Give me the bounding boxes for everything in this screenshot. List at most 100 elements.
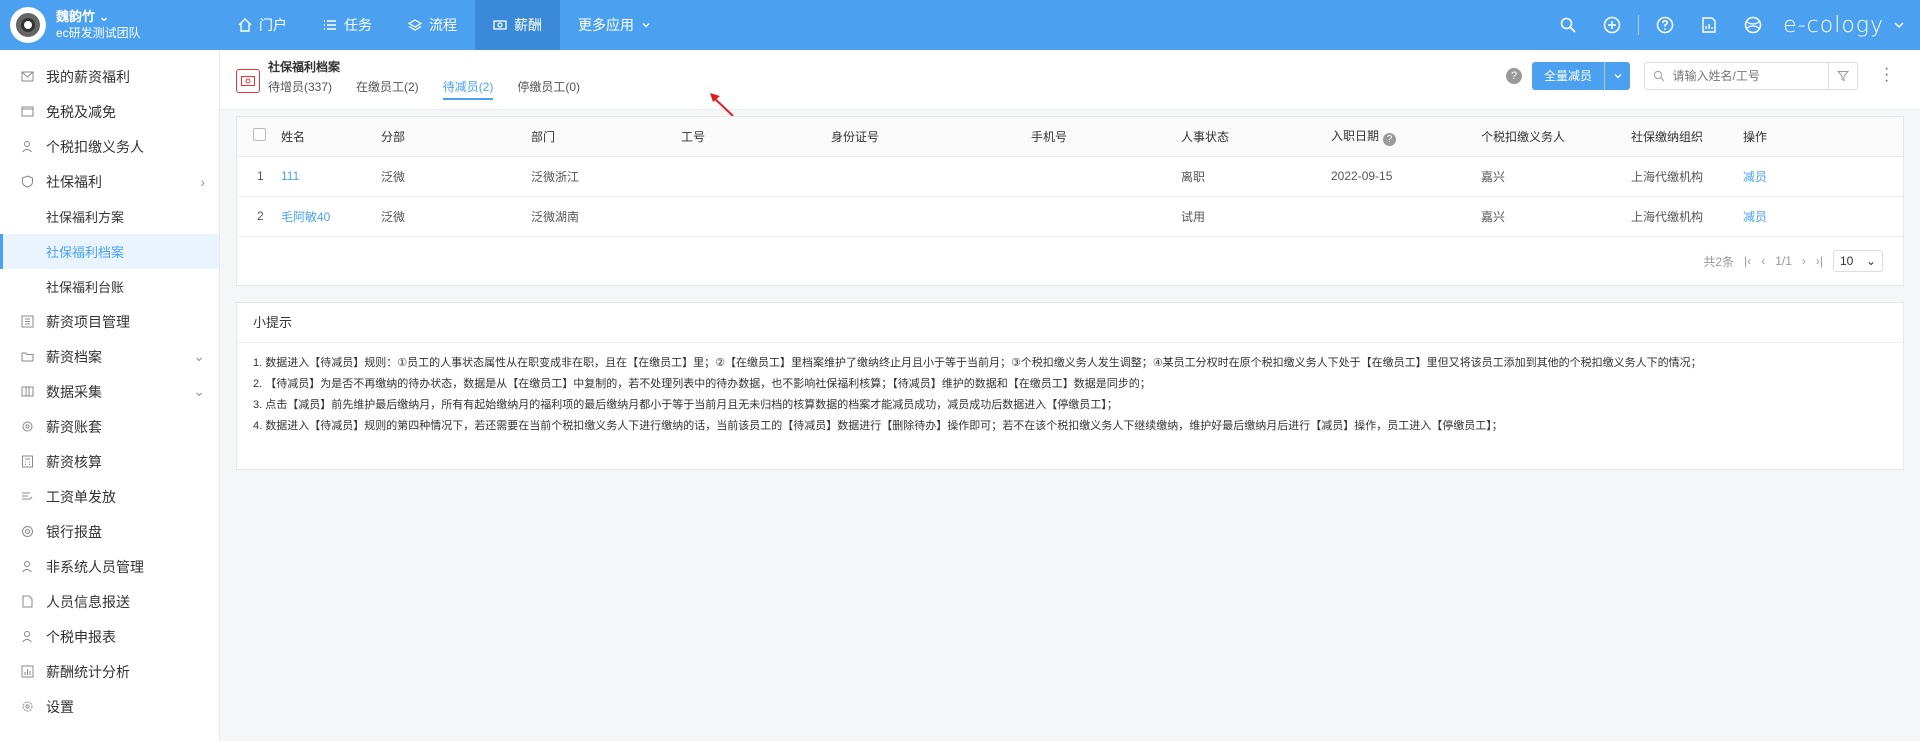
sidebar-item-welfare-ledger[interactable]: 社保福利台账 — [0, 269, 219, 304]
more-options-button[interactable]: · · · — [1884, 61, 1889, 89]
sidebar-item-label: 免税及减免 — [46, 103, 116, 120]
more-vertical-icon: · · · — [1884, 60, 1890, 89]
sidebar-item-my-salary[interactable]: 我的薪资福利 — [0, 59, 219, 94]
column-header-hire-date[interactable]: 入职日期? — [1331, 117, 1481, 157]
tab-paying[interactable]: 在缴员工(2) — [356, 78, 419, 100]
sidebar-item-welfare-plan[interactable]: 社保福利方案 — [0, 199, 219, 234]
cell-hire-date — [1331, 196, 1481, 237]
cell-org: 上海代缴机构 — [1631, 156, 1743, 197]
row-index: 1 — [237, 156, 281, 197]
tips-card: 小提示 1. 数据进入【待减员】规则：①员工的人事状态属性从在职变成非在职，且在… — [236, 302, 1904, 470]
user-icon — [20, 630, 34, 644]
sidebar-item-tax-agent[interactable]: 个税扣缴义务人 — [0, 129, 219, 164]
filter-button[interactable] — [1827, 63, 1857, 89]
reduce-all-button[interactable]: 全量减员 — [1532, 62, 1605, 90]
sidebar-item-non-system-staff[interactable]: 非系统人员管理 — [0, 549, 219, 584]
user-switcher[interactable]: 魏韵竹 ⌄ ec研发测试团队 — [0, 0, 220, 50]
employee-name-link[interactable]: 毛阿敏40 — [281, 196, 381, 237]
tab-pending-reduce[interactable]: 待减员(2) — [442, 78, 494, 100]
column-header[interactable]: 社保缴纳组织 — [1631, 117, 1743, 157]
filter-icon — [1836, 71, 1849, 82]
reduce-action-link[interactable]: 减员 — [1743, 156, 1903, 197]
company-logo — [10, 7, 46, 43]
folder-icon — [20, 350, 34, 364]
nav-portal[interactable]: 门户 — [220, 0, 305, 50]
pagination-total: 共2条 — [1703, 254, 1735, 269]
sidebar-item-personnel-report[interactable]: 人员信息报送 — [0, 584, 219, 619]
sidebar-item-bank-file[interactable]: 银行报盘 — [0, 514, 219, 549]
cell-emp-no — [681, 196, 831, 237]
sidebar-item-label: 数据采集 — [46, 383, 102, 400]
sidebar-item-salary-calc[interactable]: 薪资核算 — [0, 444, 219, 479]
sidebar-item-settings[interactable]: 设置 — [0, 689, 219, 724]
search-button[interactable] — [1546, 16, 1590, 34]
column-header[interactable]: 手机号 — [1031, 117, 1181, 157]
help-button[interactable] — [1643, 16, 1687, 34]
nav-more-apps[interactable]: 更多应用 — [560, 0, 670, 50]
next-page-button[interactable]: › — [1802, 254, 1806, 268]
nav-salary[interactable]: 薪酬 — [475, 0, 560, 50]
chevron-down-icon — [642, 23, 650, 28]
column-header[interactable]: 人事状态 — [1181, 117, 1331, 157]
column-header[interactable]: 部门 — [531, 117, 681, 157]
cell-tax-agent: 嘉兴 — [1481, 196, 1631, 237]
chevron-down-icon — [1614, 74, 1621, 79]
document-chart-icon — [1702, 17, 1716, 33]
user-icon — [20, 560, 34, 574]
row-index: 2 — [237, 196, 281, 237]
cell-status: 离职 — [1181, 156, 1331, 197]
sidebar-item-welfare-archive[interactable]: 社保福利档案 — [0, 234, 219, 269]
tab-stopped[interactable]: 停缴员工(0) — [517, 78, 580, 100]
envelope-icon — [20, 70, 34, 84]
column-header[interactable]: 分部 — [381, 117, 531, 157]
sidebar-item-social-welfare[interactable]: 社保福利 › — [0, 164, 219, 199]
reduce-action-link[interactable]: 减员 — [1743, 196, 1903, 237]
toolbar-divider — [1638, 15, 1640, 35]
sidebar-item-salary-set[interactable]: 薪资账套 — [0, 409, 219, 444]
tab-pending-add[interactable]: 待增员(337) — [268, 78, 332, 100]
list-icon — [324, 20, 336, 30]
cell-tax-agent: 嘉兴 — [1481, 156, 1631, 197]
help-icon[interactable]: ? — [1506, 68, 1522, 84]
cell-branch: 泛微 — [381, 156, 531, 197]
help-icon[interactable]: ? — [1383, 132, 1397, 146]
sidebar-item-tax-exemption[interactable]: 免税及减免 — [0, 94, 219, 129]
sidebar-item-payslip[interactable]: 工资单发放 — [0, 479, 219, 514]
chevron-down-icon: ⌄ — [193, 383, 205, 399]
chevron-down-icon: ⌄ — [1865, 254, 1876, 268]
cell-id-no — [831, 156, 1031, 197]
chevron-right-icon: › — [200, 173, 205, 190]
sidebar-item-tax-declaration[interactable]: 个税申报表 — [0, 619, 219, 654]
first-page-button[interactable]: |‹ — [1744, 254, 1751, 268]
employee-name-link[interactable]: 111 — [281, 156, 381, 197]
sidebar-item-statistics[interactable]: 薪酬统计分析 — [0, 654, 219, 689]
help-icon — [1656, 16, 1674, 34]
search-input[interactable] — [1672, 69, 1828, 83]
nav-tasks[interactable]: 任务 — [305, 0, 390, 50]
sidebar-item-label: 个税申报表 — [46, 628, 116, 645]
globe-icon — [1744, 16, 1762, 34]
cell-branch: 泛微 — [381, 196, 531, 237]
reduce-all-dropdown[interactable] — [1604, 62, 1631, 90]
tips-title: 小提示 — [237, 303, 1903, 343]
sidebar-item-salary-archive[interactable]: 薪资档案 ⌄ — [0, 339, 219, 374]
chevron-down-icon[interactable] — [1892, 18, 1906, 32]
select-all-checkbox[interactable] — [253, 128, 266, 142]
nav-salary-label: 薪酬 — [514, 17, 542, 33]
pagination: 共2条 |‹ ‹ 1/1 › ›| 10 ⌄ — [1693, 250, 1883, 272]
prev-page-button[interactable]: ‹ — [1761, 254, 1765, 268]
column-header[interactable]: 操作 — [1743, 117, 1903, 157]
nav-workflow[interactable]: 流程 — [390, 0, 475, 50]
add-button[interactable] — [1590, 16, 1634, 34]
report-button[interactable] — [1687, 16, 1731, 34]
theme-button[interactable] — [1731, 16, 1775, 34]
last-page-button[interactable]: ›| — [1816, 254, 1823, 268]
sidebar-item-data-collection[interactable]: 数据采集 ⌄ — [0, 374, 219, 409]
page-size-select[interactable]: 10 ⌄ — [1833, 250, 1883, 272]
column-header[interactable]: 个税扣缴义务人 — [1481, 117, 1631, 157]
sidebar-item-label: 薪资核算 — [46, 453, 102, 470]
sidebar-item-salary-items[interactable]: 薪资项目管理 — [0, 304, 219, 339]
column-header[interactable]: 工号 — [681, 117, 831, 157]
column-header[interactable]: 姓名 — [281, 117, 381, 157]
column-header[interactable]: 身份证号 — [831, 117, 1031, 157]
